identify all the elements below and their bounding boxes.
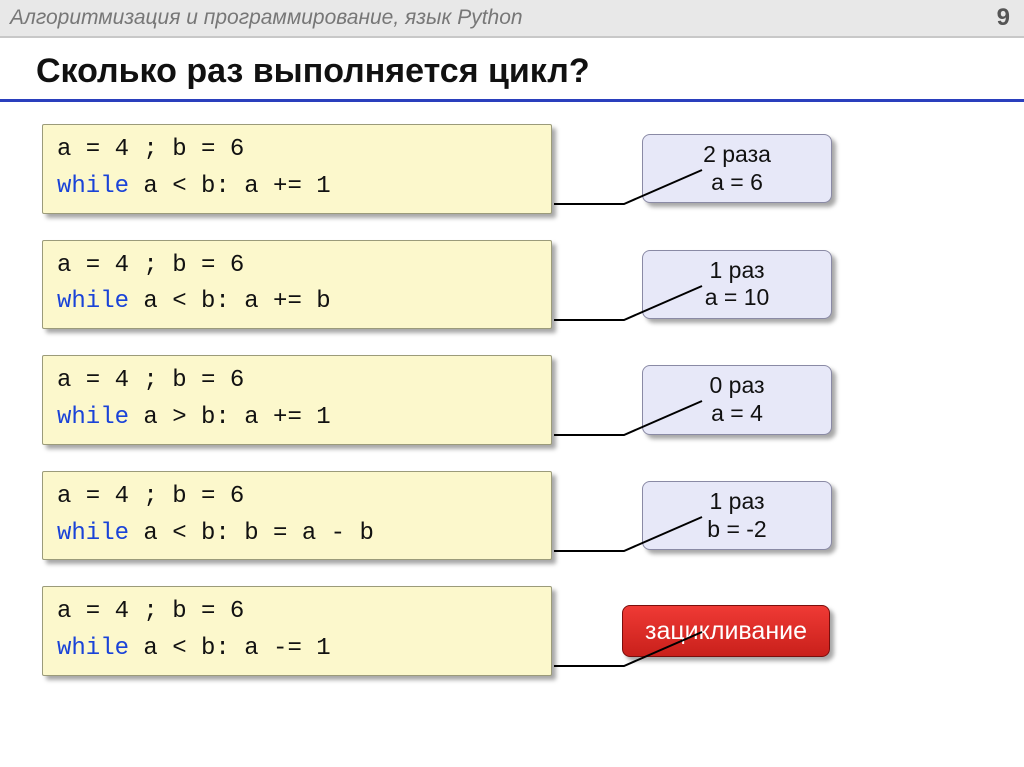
answer-count: 1 раз <box>661 488 813 516</box>
code-text: a < b: a -= 1 <box>129 635 331 662</box>
code-text: a < b: a += b <box>129 288 331 315</box>
example-row: a = 4 ; b = 6 while a < b: b = a - b 1 р… <box>42 471 1004 561</box>
code-block: a = 4 ; b = 6 while a > b: a += 1 <box>42 355 552 445</box>
code-block: a = 4 ; b = 6 while a < b: a += 1 <box>42 124 552 214</box>
answer-state: b = -2 <box>661 516 813 544</box>
code-block: a = 4 ; b = 6 while a < b: b = a - b <box>42 471 552 561</box>
code-text: b = 6 <box>172 483 244 510</box>
topbar: Алгоритмизация и программирование, язык … <box>0 0 1024 38</box>
code-text: a < b: b = a - b <box>129 520 374 547</box>
code-text: b = 6 <box>172 252 244 279</box>
code-text: a = 4 <box>57 136 129 163</box>
answer-count: 1 раз <box>661 257 813 285</box>
code-keyword: while <box>57 288 129 315</box>
code-text: a < b: a += 1 <box>129 173 331 200</box>
answer-box: 1 раз a = 10 <box>642 250 832 319</box>
code-keyword: while <box>57 404 129 431</box>
answer-state: a = 10 <box>661 284 813 312</box>
answer-box: 1 раз b = -2 <box>642 481 832 550</box>
code-text: a = 4 <box>57 367 129 394</box>
answer-box: 0 раз a = 4 <box>642 365 832 434</box>
code-block: a = 4 ; b = 6 while a < b: a -= 1 <box>42 586 552 676</box>
example-row: a = 4 ; b = 6 while a > b: a += 1 0 раз … <box>42 355 1004 445</box>
code-text: ; <box>129 252 172 279</box>
answer-box-warning: зацикливание <box>622 605 830 657</box>
content-area: a = 4 ; b = 6 while a < b: a += 1 2 раза… <box>0 124 1024 676</box>
breadcrumb: Алгоритмизация и программирование, язык … <box>10 6 523 30</box>
page-title: Сколько раз выполняется цикл? <box>0 38 1024 102</box>
code-text: ; <box>129 598 172 625</box>
code-text: b = 6 <box>172 598 244 625</box>
answer-warning-text: зацикливание <box>645 616 807 646</box>
code-text: ; <box>129 367 172 394</box>
code-block: a = 4 ; b = 6 while a < b: a += b <box>42 240 552 330</box>
code-text: a = 4 <box>57 598 129 625</box>
code-text: b = 6 <box>172 136 244 163</box>
code-text: b = 6 <box>172 367 244 394</box>
answer-state: a = 4 <box>661 400 813 428</box>
code-keyword: while <box>57 520 129 547</box>
answer-count: 2 раза <box>661 141 813 169</box>
code-text: ; <box>129 136 172 163</box>
example-row: a = 4 ; b = 6 while a < b: a -= 1 зацикл… <box>42 586 1004 676</box>
code-text: a > b: a += 1 <box>129 404 331 431</box>
example-row: a = 4 ; b = 6 while a < b: a += 1 2 раза… <box>42 124 1004 214</box>
example-row: a = 4 ; b = 6 while a < b: a += b 1 раз … <box>42 240 1004 330</box>
code-keyword: while <box>57 173 129 200</box>
code-text: ; <box>129 483 172 510</box>
answer-count: 0 раз <box>661 372 813 400</box>
code-text: a = 4 <box>57 252 129 279</box>
code-text: a = 4 <box>57 483 129 510</box>
answer-state: a = 6 <box>661 169 813 197</box>
slide: Алгоритмизация и программирование, язык … <box>0 0 1024 767</box>
code-keyword: while <box>57 635 129 662</box>
answer-box: 2 раза a = 6 <box>642 134 832 203</box>
page-number: 9 <box>997 4 1010 32</box>
